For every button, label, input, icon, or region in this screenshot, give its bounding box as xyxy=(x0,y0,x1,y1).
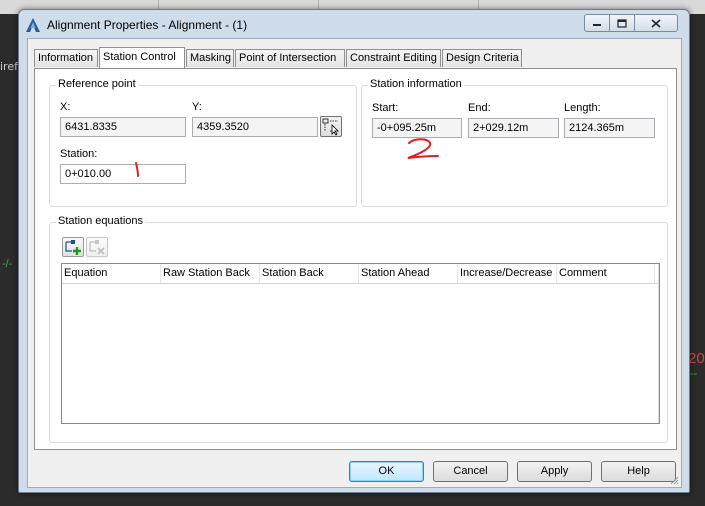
station-equations-group: Station equations Equation Raw Station B… xyxy=(49,215,668,443)
cancel-button[interactable]: Cancel xyxy=(433,461,508,482)
tab-constraint-editing[interactable]: Constraint Editing xyxy=(346,49,441,67)
pick-point-icon xyxy=(322,118,339,136)
tab-station-control[interactable]: Station Control xyxy=(99,47,185,68)
background-text-left: iref xyxy=(0,60,18,73)
maximize-button[interactable] xyxy=(609,14,635,32)
tab-point-of-intersection[interactable]: Point of Intersection xyxy=(235,49,345,67)
station-control-panel: Reference point X: 6431.8335 Y: 4359.352… xyxy=(34,68,677,450)
station-field[interactable]: 0+010.00 xyxy=(60,164,186,184)
pick-point-button[interactable] xyxy=(320,116,342,137)
background-text-right: 20 xyxy=(688,350,705,367)
delete-equation-button[interactable] xyxy=(86,237,108,257)
column-header-station-back[interactable]: Station Back xyxy=(260,264,359,283)
background-drawing-mark: -/- xyxy=(2,258,13,270)
station-equations-title: Station equations xyxy=(56,215,146,227)
add-equation-button[interactable] xyxy=(62,237,84,257)
tab-strip: Information Station Control Masking Poin… xyxy=(28,47,681,69)
start-label: Start: xyxy=(372,102,399,114)
resize-grip-icon[interactable] xyxy=(669,475,679,485)
annotation-mark-two xyxy=(407,138,439,159)
column-header-raw-station-back[interactable]: Raw Station Back xyxy=(161,264,260,283)
y-coordinate-field[interactable]: 4359.3520 xyxy=(192,117,318,137)
add-equation-icon xyxy=(65,240,81,255)
x-label: X: xyxy=(60,101,71,113)
alignment-properties-dialog: Alignment Properties - Alignment - (1) I… xyxy=(18,9,690,493)
autocad-civil-icon xyxy=(26,18,40,32)
end-station-field[interactable]: 2+029.12m xyxy=(468,118,559,138)
reference-point-group: Reference point X: 6431.8335 Y: 4359.352… xyxy=(49,78,357,207)
tab-masking[interactable]: Masking xyxy=(186,49,234,67)
window-title: Alignment Properties - Alignment - (1) xyxy=(47,18,248,32)
x-coordinate-field[interactable]: 6431.8335 xyxy=(60,117,186,137)
close-button[interactable] xyxy=(634,14,678,32)
close-icon xyxy=(651,18,661,28)
annotation-mark-one xyxy=(135,162,139,177)
length-label: Length: xyxy=(564,102,601,114)
minimize-button[interactable] xyxy=(584,14,610,32)
maximize-icon xyxy=(617,18,627,28)
station-information-title: Station information xyxy=(368,78,464,90)
table-header: Equation Raw Station Back Station Back S… xyxy=(62,264,659,284)
column-header-increase-decrease[interactable]: Increase/Decrease xyxy=(458,264,557,283)
station-equations-table[interactable]: Equation Raw Station Back Station Back S… xyxy=(61,263,660,424)
title-bar[interactable]: Alignment Properties - Alignment - (1) xyxy=(19,10,689,40)
column-header-equation[interactable]: Equation xyxy=(62,264,161,283)
reference-point-title: Reference point xyxy=(56,78,138,90)
dialog-client-area: Information Station Control Masking Poin… xyxy=(27,38,682,488)
end-label: End: xyxy=(468,102,491,114)
background-drawing-mark: -- xyxy=(690,368,698,380)
length-field[interactable]: 2124.365m xyxy=(564,118,655,138)
ok-button[interactable]: OK xyxy=(349,461,424,482)
station-label: Station: xyxy=(60,148,98,160)
column-header-station-ahead[interactable]: Station Ahead xyxy=(359,264,458,283)
start-station-field[interactable]: -0+095.25m xyxy=(372,118,462,138)
apply-button[interactable]: Apply xyxy=(517,461,592,482)
tab-information[interactable]: Information xyxy=(34,49,98,67)
help-button[interactable]: Help xyxy=(601,461,676,482)
minimize-icon xyxy=(593,24,601,26)
table-right-edge xyxy=(658,264,659,423)
tab-design-criteria[interactable]: Design Criteria xyxy=(442,49,522,67)
column-header-comment[interactable]: Comment xyxy=(557,264,655,283)
delete-equation-icon xyxy=(89,240,105,255)
y-label: Y: xyxy=(192,101,202,113)
